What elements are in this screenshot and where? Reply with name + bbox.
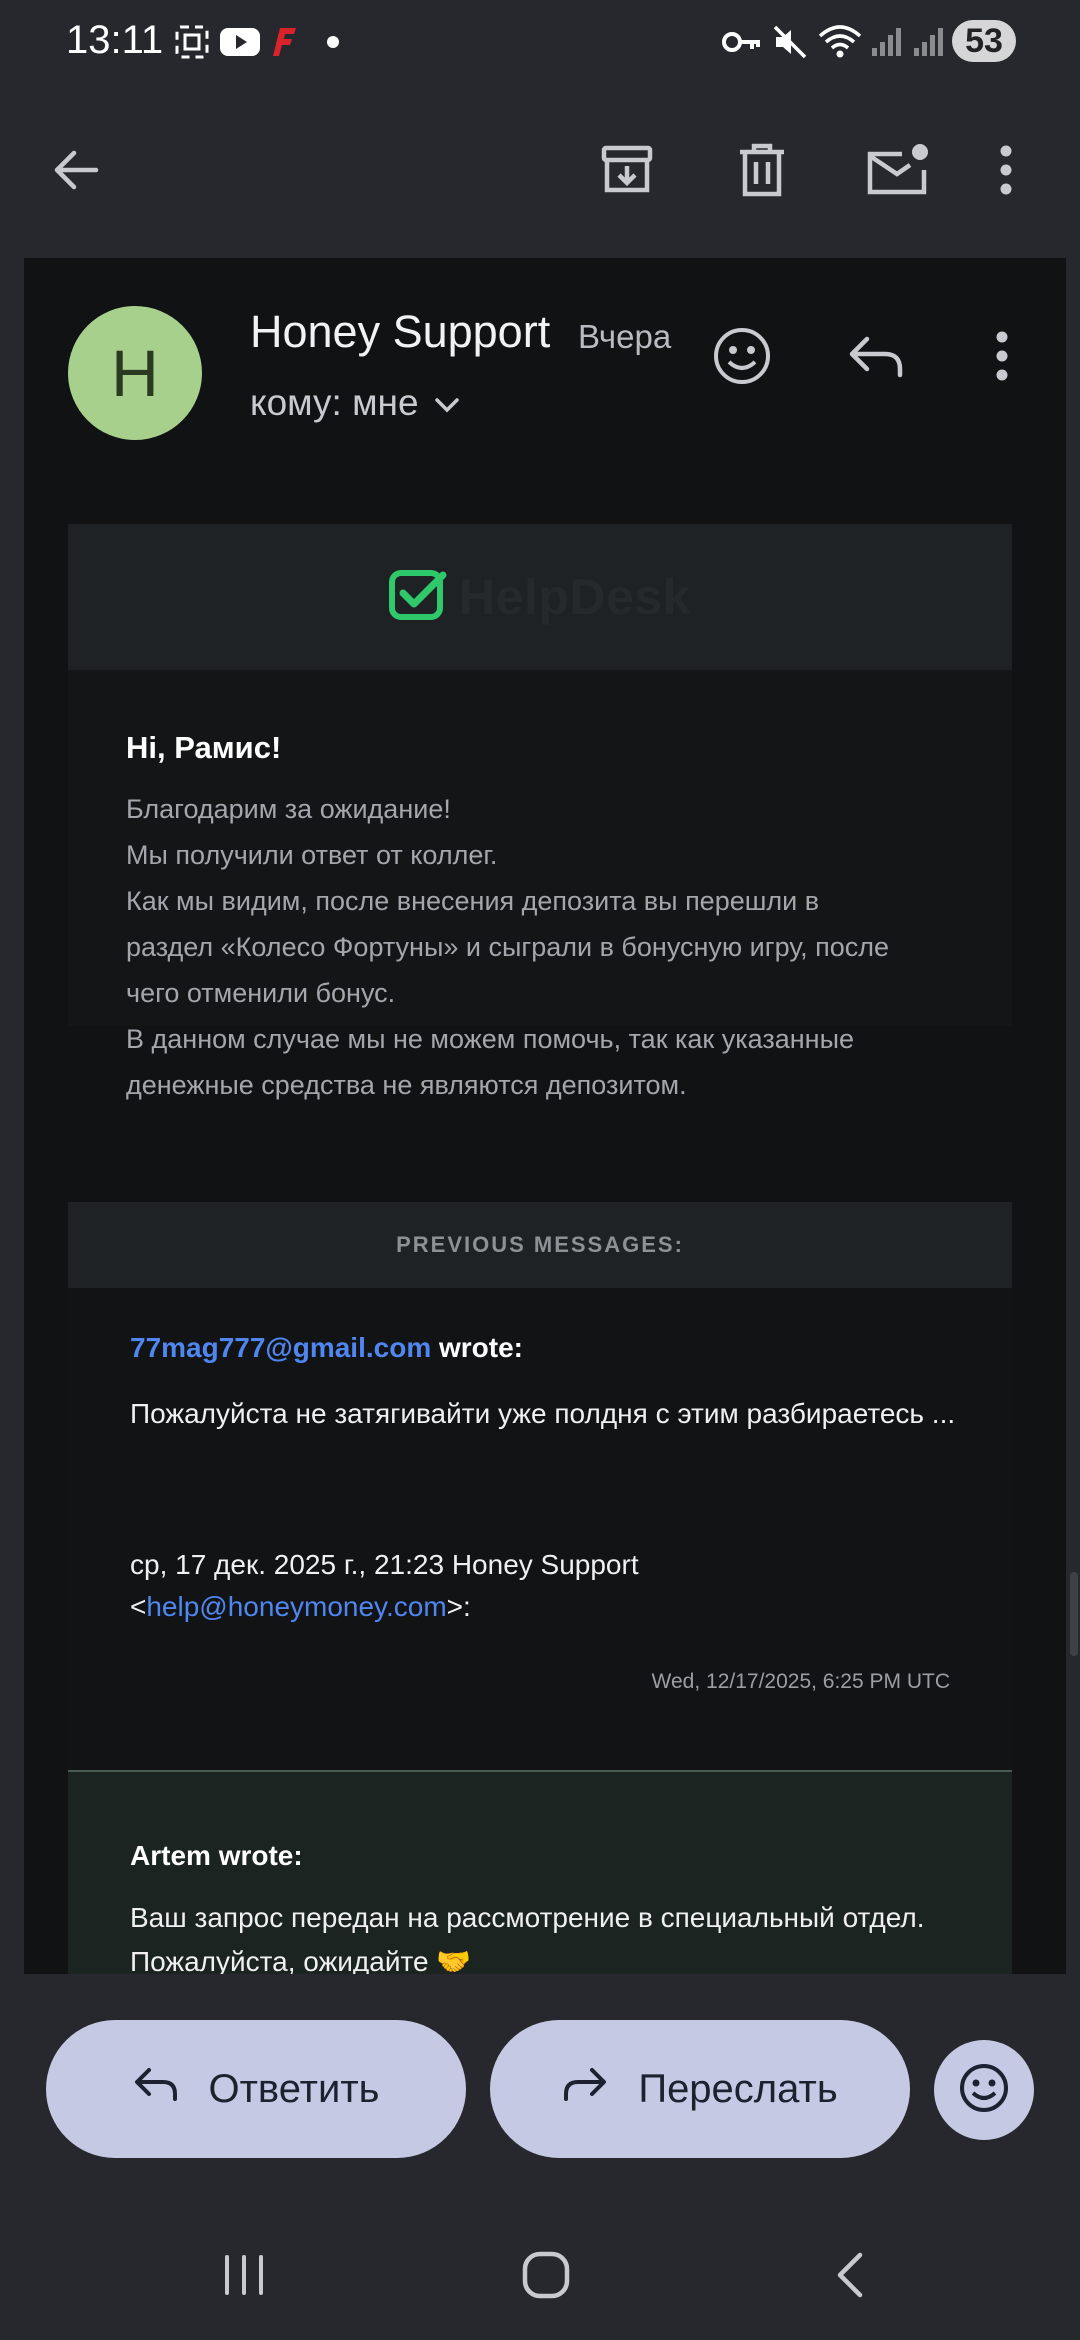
dot-icon: [324, 22, 342, 62]
email-date: Вчера: [578, 318, 672, 355]
quote-text: Пожалуйста не затягивайти уже полдня с э…: [130, 1398, 956, 1429]
quote-timestamp: Wed, 12/17/2025, 6:25 PM UTC: [651, 1670, 950, 1693]
signal-icon: [868, 22, 904, 62]
system-back-icon[interactable]: [810, 2240, 890, 2310]
reply-button-label: Ответить: [208, 2066, 380, 2111]
top-app-bar: [0, 84, 1080, 256]
forward-icon: [562, 2065, 608, 2113]
action-bar: Ответить Переслать: [0, 1974, 1080, 2210]
quoted-message-2: Artem wrote: Ваш запрос передан на рассм…: [68, 1770, 1012, 1974]
back-arrow-icon[interactable]: [40, 134, 112, 206]
quote2-text: Ваш запрос передан на рассмотрение в спе…: [130, 1902, 925, 1974]
recents-icon[interactable]: [204, 2240, 284, 2310]
status-bar: 13:11 53: [0, 0, 1080, 84]
greeting: Hi, Рамис!: [126, 730, 282, 765]
previous-messages-header: PREVIOUS MESSAGES:: [68, 1202, 1012, 1288]
body-line: В данном случае мы не можем помочь, так …: [126, 1024, 854, 1054]
sender-name[interactable]: Honey Support: [250, 306, 550, 358]
quote-meta-line: ср, 17 дек. 2025 г., 21:23 Honey Support: [130, 1549, 639, 1580]
support-email-link[interactable]: help@honeymoney.com: [146, 1591, 446, 1622]
wifi-icon: [816, 22, 864, 62]
author-email-link[interactable]: 77mag777@gmail.com: [130, 1332, 431, 1363]
forward-button[interactable]: Переслать: [490, 2020, 910, 2158]
scrollbar[interactable]: [1070, 1572, 1078, 1656]
message-more-icon[interactable]: [982, 320, 1022, 392]
home-icon[interactable]: [506, 2240, 586, 2310]
helpdesk-logo-text: HelpDesk: [459, 569, 691, 625]
body-line: Благодарим за ожидание!: [126, 794, 451, 824]
body-text: Благодарим за ожидание! Мы получили отве…: [126, 786, 976, 1108]
f-app-icon: [270, 22, 300, 62]
body-line: денежные средства не являются депозитом.: [126, 1070, 687, 1100]
message-body: Hi, Рамис! Благодарим за ожидание! Мы по…: [68, 670, 1012, 1100]
quote2-author: Artem wrote:: [130, 1840, 303, 1871]
screenshot-icon: [172, 22, 212, 62]
reply-icon[interactable]: [840, 320, 912, 392]
body-line: Как мы видим, после внесения депозита вы…: [126, 886, 820, 916]
body-line: Мы получили ответ от коллег.: [126, 840, 498, 870]
trash-icon[interactable]: [726, 134, 798, 206]
key-icon: [720, 22, 764, 62]
reply-button[interactable]: Ответить: [46, 2020, 466, 2158]
mark-unread-icon[interactable]: [862, 134, 934, 206]
body-line: чего отменили бонус.: [126, 978, 396, 1008]
mute-icon: [770, 22, 810, 62]
quote-meta: ср, 17 дек. 2025 г., 21:23 Honey Support…: [130, 1544, 980, 1628]
signal-icon-2: [910, 22, 946, 62]
quote-author: 77mag777@gmail.com wrote:: [130, 1332, 523, 1364]
previous-messages-label: PREVIOUS MESSAGES:: [396, 1232, 684, 1257]
helpdesk-banner: HelpDesk: [68, 524, 1012, 670]
reply-button-icon: [133, 2065, 179, 2113]
meta-lt: <: [130, 1591, 147, 1622]
recipient-toggle[interactable]: кому: мне: [250, 382, 461, 424]
system-nav-bar: [0, 2210, 1080, 2340]
meta-suffix: >:: [446, 1591, 471, 1622]
emoji-reaction-icon[interactable]: [706, 320, 778, 392]
body-line: раздел «Колесо Фортуны» и сыграли в бону…: [126, 932, 890, 962]
battery-indicator: 53: [952, 20, 1016, 62]
status-time: 13:11: [66, 18, 164, 62]
wrote-label: wrote:: [431, 1332, 523, 1363]
youtube-icon: [218, 22, 262, 62]
emoji-button[interactable]: [934, 2040, 1034, 2140]
chevron-down-icon: [433, 382, 461, 424]
helpdesk-check-icon: [389, 569, 447, 626]
archive-icon[interactable]: [591, 134, 663, 206]
email-content: H Honey Support Вчера кому: мне HelpDesk…: [24, 258, 1066, 1974]
forward-button-label: Переслать: [638, 2066, 838, 2111]
smiley-icon: [958, 2062, 1010, 2119]
avatar[interactable]: H: [68, 306, 202, 440]
recipient-label: кому: мне: [250, 382, 419, 423]
more-vert-icon[interactable]: [982, 134, 1030, 206]
